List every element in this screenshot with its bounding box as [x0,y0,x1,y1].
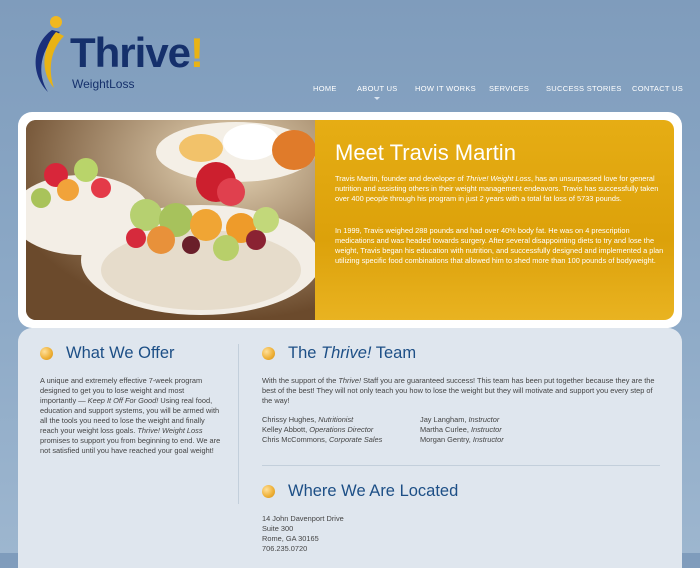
hero-p1-text: Travis Martin, founder and developer of [335,174,466,183]
nav-home[interactable]: HOME [313,84,337,93]
hero-section: Meet Travis Martin Travis Martin, founde… [18,112,682,328]
hero-panel: Meet Travis Martin Travis Martin, founde… [315,120,674,320]
team-member: Jay Langham, Instructor [420,415,499,425]
team-member: Martha Curlee, Instructor [420,425,502,435]
team-title: The Thrive! Team [288,344,416,363]
content-area: What We Offer A unique and extremely eff… [18,328,682,568]
team-intro: With the support of the Thrive! Staff yo… [262,376,662,406]
section-divider [262,465,660,466]
team-title-a: The [288,344,322,362]
logo-bang: ! [190,29,204,76]
nav-contact-us[interactable]: CONTACT US [632,84,683,93]
team-member: Chris McCommons, Corporate Sales [262,435,382,445]
member-role: Instructor [472,435,504,444]
member-role: Operations Director [309,425,374,434]
team-member: Morgan Gentry, Instructor [420,435,504,445]
team-title-b: Team [371,344,417,362]
hero-paragraph-2: In 1999, Travis weighed 288 pounds and h… [335,226,664,265]
member-role: Corporate Sales [328,435,383,444]
member-name: Jay Langham, [420,415,469,424]
orange-bullet-icon [40,347,53,360]
team-title-brand: Thrive! [321,344,372,362]
member-role: Instructor [470,425,502,434]
nav-success-stories[interactable]: SUCCESS STORIES [546,84,622,93]
member-role: Instructor [468,415,500,424]
address-street: 14 John Davenport Drive [262,514,344,523]
orange-bullet-icon [262,485,275,498]
member-name: Morgan Gentry, [420,435,473,444]
team-intro-brand: Thrive! [338,376,362,385]
orange-bullet-icon [262,347,275,360]
offer-text: A unique and extremely effective 7-week … [40,376,222,456]
nav-services[interactable]: SERVICES [489,84,529,93]
member-name: Chrissy Hughes, [262,415,319,424]
member-role: Nutritionist [318,415,354,424]
offer-brand: Thrive! Weight Loss [137,426,203,435]
team-member: Chrissy Hughes, Nutritionist [262,415,353,425]
hero-paragraph-1: Travis Martin, founder and developer of … [335,174,665,204]
address-suite: Suite 300 [262,524,294,533]
member-name: Kelley Abbott, [262,425,310,434]
team-member: Kelley Abbott, Operations Director [262,425,373,435]
hero-p1-brand: Thrive! Weight Loss [465,174,531,183]
offer-title: What We Offer [66,344,175,362]
offer-text-c: promises to support you from beginning t… [40,436,221,455]
offer-keep-it-off: Keep It Off For Good! [87,396,159,405]
logo-word: Thrive [70,29,191,76]
address-city: Rome, GA 30165 [262,534,319,543]
main-nav: HOME ABOUT US HOW IT WORKS SERVICES SUCC… [0,84,700,104]
team-intro-a: With the support of the [262,376,339,385]
column-divider [238,344,239,504]
member-name: Chris McCommons, [262,435,329,444]
member-name: Martha Curlee, [420,425,471,434]
logo-wordmark: Thrive! [70,29,204,76]
hero-title: Meet Travis Martin [335,140,516,165]
nav-how-it-works[interactable]: HOW IT WORKS [415,84,476,93]
nav-about-us[interactable]: ABOUT US [357,84,398,100]
fruit-bowl-photo [26,120,315,320]
location-title: Where We Are Located [288,482,459,500]
